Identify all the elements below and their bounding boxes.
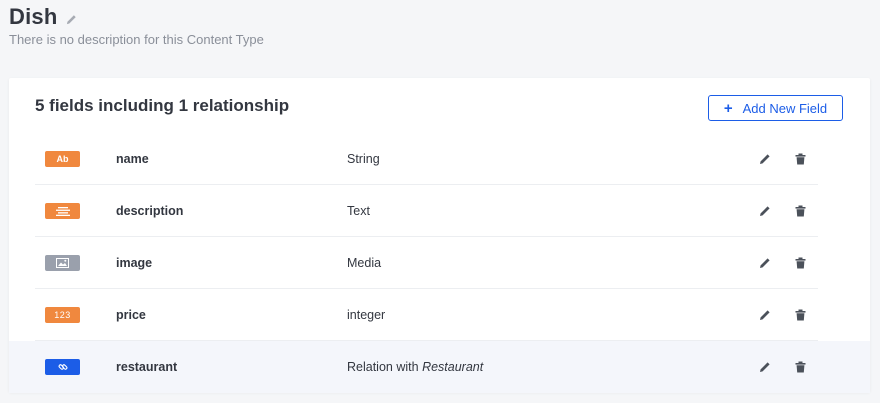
trash-icon[interactable] [795,361,806,373]
field-name: image [116,256,153,270]
field-row-name[interactable]: Ab name String [9,133,870,185]
image-icon [45,255,80,271]
field-name: restaurant [116,360,178,374]
field-name: name [116,152,149,166]
link-icon [45,359,80,375]
pencil-icon[interactable] [759,257,771,269]
pencil-icon[interactable] [66,14,77,25]
pencil-icon[interactable] [759,309,771,321]
fields-summary: 5 fields including 1 relationship [35,96,290,115]
trash-icon[interactable] [795,257,806,269]
pencil-icon[interactable] [759,153,771,165]
field-type: Relation with Restaurant [347,360,483,374]
fields-card: 5 fields including 1 relationship + Add … [9,78,870,393]
field-name: price [116,308,146,322]
relation-prefix: Relation with [347,360,419,374]
trash-icon[interactable] [795,153,806,165]
page-description: There is no description for this Content… [9,32,264,47]
field-row-description[interactable]: description Text [9,185,870,237]
title-row: Dish [9,4,264,30]
field-type: Text [347,204,370,218]
pencil-icon[interactable] [759,205,771,217]
add-new-field-button[interactable]: + Add New Field [708,95,843,121]
field-row-price[interactable]: 123 price integer [9,289,870,341]
trash-icon[interactable] [795,205,806,217]
relation-target: Restaurant [422,360,484,374]
field-type: Media [347,256,382,270]
page-title: Dish [9,4,58,29]
field-type: integer [347,308,386,322]
string-type-icon: Ab [45,151,80,167]
trash-icon[interactable] [795,309,806,321]
number-type-icon: 123 [45,307,80,323]
add-new-field-label: Add New Field [742,100,828,116]
field-name: description [116,204,184,218]
text-lines-icon [45,203,80,219]
field-type: String [347,152,380,166]
fields-list: Ab name String description Text image Me… [9,133,870,393]
field-row-image[interactable]: image Media [9,237,870,289]
page-header: Dish There is no description for this Co… [9,4,264,47]
plus-icon: + [723,99,733,117]
field-row-restaurant[interactable]: restaurant Relation with Restaurant [9,341,870,393]
pencil-icon[interactable] [759,361,771,373]
